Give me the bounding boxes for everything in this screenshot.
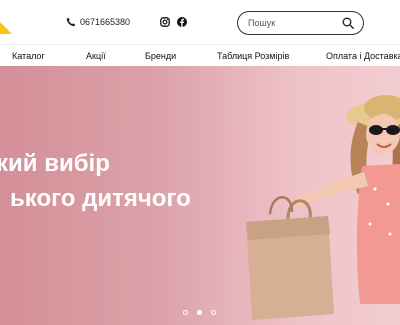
nav-item-catalog[interactable]: Каталог: [12, 51, 45, 62]
nav-item-payment-delivery[interactable]: Оплата і Доставка: [326, 51, 400, 62]
hero-image: [246, 95, 400, 320]
search-box: [237, 11, 364, 35]
instagram-icon[interactable]: [160, 17, 170, 27]
facebook-icon[interactable]: [177, 17, 187, 27]
hero-title-line-1: кий вибір: [0, 150, 110, 177]
slider-dots: [183, 310, 219, 318]
nav-item-size-chart[interactable]: Таблиця Розмірів: [217, 51, 289, 62]
search-input[interactable]: [248, 16, 334, 30]
nav-item-sales[interactable]: Акції: [86, 51, 106, 62]
slide-dot-1[interactable]: [183, 310, 188, 315]
phone-icon: [66, 17, 76, 27]
top-bar: 0671665380: [0, 0, 400, 44]
logo[interactable]: [0, 22, 12, 34]
hero-title: кий вибір ького дитячого: [0, 146, 191, 216]
hero-banner[interactable]: кий вибір ького дитячого: [0, 66, 400, 325]
search-icon[interactable]: [342, 17, 354, 29]
main-nav: Каталог Акції Бренди Таблиця Розмірів Оп…: [0, 44, 400, 67]
nav-item-brands[interactable]: Бренди: [145, 51, 176, 62]
hero-title-line-2: ького дитячого: [10, 185, 191, 212]
phone-number[interactable]: 0671665380: [80, 17, 130, 28]
slide-dot-2[interactable]: [197, 310, 202, 315]
slide-dot-3[interactable]: [211, 310, 216, 315]
